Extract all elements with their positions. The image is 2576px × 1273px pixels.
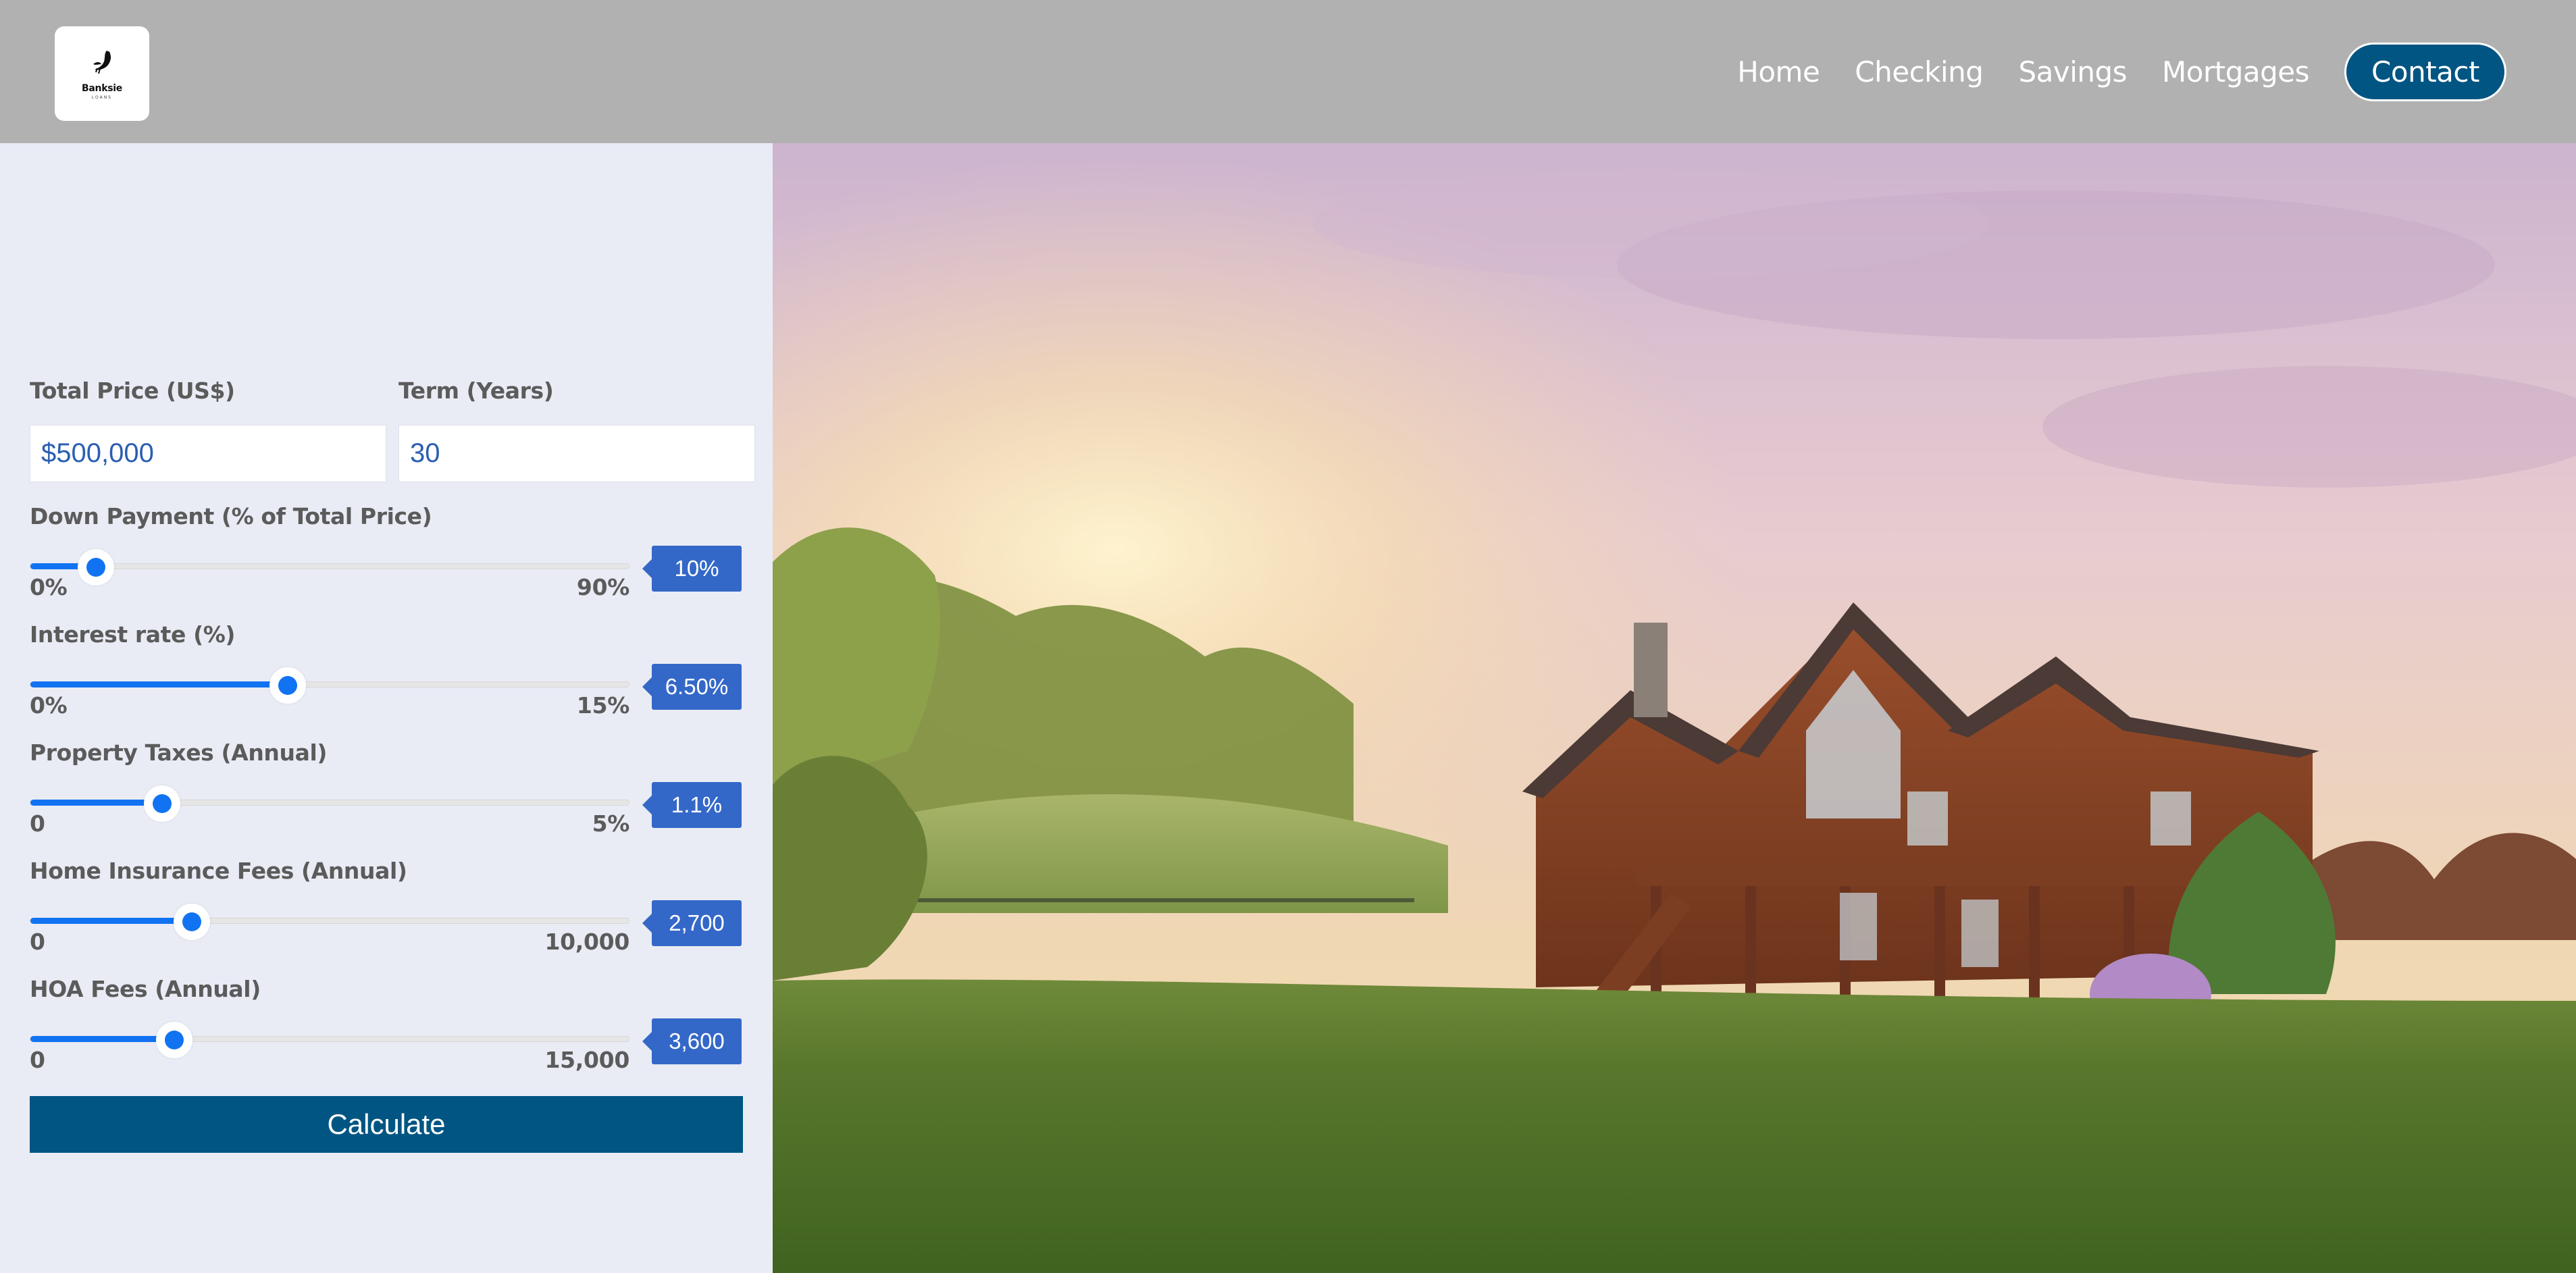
slider-thumb[interactable]: [174, 904, 211, 940]
nav-mortgages[interactable]: Mortgages: [2162, 55, 2309, 88]
bird-logo-icon: [93, 50, 111, 74]
home-insurance-slider[interactable]: [30, 904, 629, 940]
slider-fill: [30, 1036, 174, 1042]
down-payment-label: Down Payment (% of Total Price): [30, 503, 432, 529]
main-nav: Home Checking Savings Mortgages Contact: [1737, 0, 2576, 143]
nav-checking[interactable]: Checking: [1855, 55, 1984, 88]
interest-rate-label: Interest rate (%): [30, 621, 236, 648]
slider-fill: [30, 681, 288, 687]
header: Banksie LOANS Home Checking Savings Mort…: [0, 0, 2576, 143]
slider-max: 15%: [576, 692, 629, 719]
brand-name: Banksie: [82, 82, 122, 94]
slider-value-badge: 2,700: [642, 900, 742, 946]
slider-min: 0%: [30, 574, 68, 600]
hero-image: [773, 143, 2576, 1273]
slider-min: 0: [30, 1047, 45, 1073]
slider-thumb[interactable]: [78, 549, 115, 586]
slider-thumb[interactable]: [155, 1022, 192, 1058]
hoa-fees-label: HOA Fees (Annual): [30, 976, 261, 1002]
slider-min: 0: [30, 929, 45, 955]
nav-home[interactable]: Home: [1737, 55, 1820, 88]
slider-thumb[interactable]: [143, 785, 180, 822]
slider-thumb[interactable]: [269, 667, 306, 704]
house-photo: [773, 143, 2576, 1273]
slider-value-badge: 1.1%: [642, 782, 742, 828]
brand-logo[interactable]: Banksie LOANS: [55, 26, 149, 121]
slider-value-badge: 3,600: [642, 1018, 742, 1064]
slider-min: 0%: [30, 692, 68, 719]
mortgage-calculator: Total Price (US$) Term (Years) $500,000 …: [0, 143, 773, 1273]
slider-max: 90%: [576, 574, 629, 600]
slider-fill: [30, 918, 192, 924]
property-taxes-slider[interactable]: [30, 785, 629, 822]
slider-max: 15,000: [544, 1047, 629, 1073]
interest-rate-slider[interactable]: [30, 667, 629, 704]
contact-button[interactable]: Contact: [2344, 42, 2506, 101]
property-taxes-label: Property Taxes (Annual): [30, 739, 328, 766]
total-price-input[interactable]: $500,000: [30, 425, 386, 482]
slider-fill: [30, 800, 162, 806]
slider-max: 5%: [592, 810, 630, 837]
slider-max: 10,000: [544, 929, 629, 955]
term-label: Term (Years): [398, 378, 554, 404]
nav-savings[interactable]: Savings: [2018, 55, 2127, 88]
total-price-label: Total Price (US$): [30, 378, 235, 404]
slider-min: 0: [30, 810, 45, 837]
slider-value-badge: 6.50%: [642, 664, 742, 710]
calculate-button[interactable]: Calculate: [30, 1096, 743, 1153]
home-insurance-label: Home Insurance Fees (Annual): [30, 858, 407, 884]
brand-tagline: LOANS: [91, 95, 113, 100]
hoa-fees-slider[interactable]: [30, 1022, 629, 1058]
down-payment-slider[interactable]: [30, 549, 629, 586]
slider-value-badge: 10%: [642, 546, 742, 592]
term-input[interactable]: 30: [398, 425, 755, 482]
